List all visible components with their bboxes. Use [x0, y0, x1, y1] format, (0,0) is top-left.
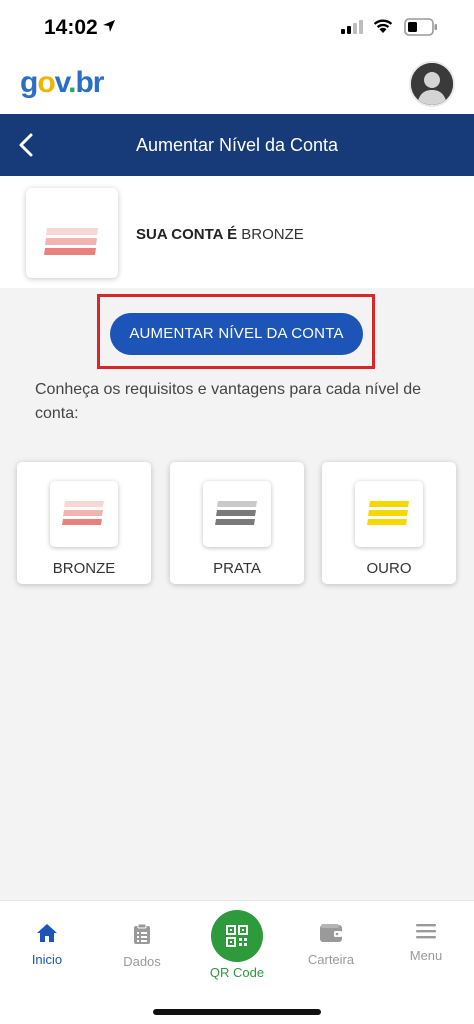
- bottom-nav: Inicio Dados QR Code Carteira Menu: [0, 900, 474, 1024]
- prata-level-icon: [215, 501, 257, 525]
- nav-label: Inicio: [31, 952, 63, 967]
- bronze-level-icon: [62, 501, 104, 525]
- status-bar: 14:02: [0, 0, 474, 56]
- level-card-bronze[interactable]: BRONZE: [17, 462, 151, 584]
- battery-icon: [404, 18, 437, 36]
- nav-label: Dados: [123, 954, 161, 969]
- title-bar: Aumentar Nível da Conta: [0, 114, 474, 176]
- user-silhouette-icon: [411, 63, 453, 105]
- qr-code-label[interactable]: QR Code: [197, 965, 277, 980]
- gov-br-logo: gov.br: [20, 66, 104, 99]
- qr-code-button[interactable]: [211, 910, 263, 962]
- level-card-label: BRONZE: [52, 560, 116, 577]
- current-level-section: SUA CONTA É BRONZE: [0, 176, 474, 288]
- page-title: Aumentar Nível da Conta: [135, 135, 339, 155]
- nav-item-menu[interactable]: Menu: [386, 923, 466, 963]
- increase-account-level-button[interactable]: AUMENTAR NÍVEL DA CONTA: [110, 313, 363, 355]
- nav-item-carteira[interactable]: Carteira: [291, 923, 371, 967]
- bronze-icon-box: [50, 481, 118, 547]
- bronze-level-icon-box: [26, 188, 118, 278]
- account-level-text: SUA CONTA É BRONZE: [136, 226, 304, 243]
- nav-item-dados[interactable]: Dados: [102, 923, 182, 969]
- qr-code-icon: [226, 925, 248, 947]
- location-arrow-icon: [103, 20, 115, 32]
- status-time: 14:02: [44, 16, 98, 39]
- clipboard-icon: [134, 923, 150, 944]
- wifi-icon: [373, 19, 393, 33]
- avatar[interactable]: [409, 61, 455, 107]
- wallet-icon: [320, 924, 342, 942]
- home-icon: [37, 924, 57, 942]
- ouro-level-icon: [367, 501, 409, 525]
- level-card-ouro[interactable]: OURO: [322, 462, 456, 584]
- app-header: gov.br: [0, 56, 474, 114]
- account-level-value: BRONZE: [241, 226, 304, 243]
- prata-icon-box: [203, 481, 271, 547]
- requirements-info-text: Conheça os requisitos e vantagens para c…: [35, 381, 422, 422]
- level-card-label: OURO: [366, 560, 412, 577]
- ouro-icon-box: [355, 481, 423, 547]
- nav-label: Menu: [409, 948, 443, 963]
- level-card-prata[interactable]: PRATA: [170, 462, 304, 584]
- menu-icon: [416, 924, 436, 939]
- level-card-label: PRATA: [213, 560, 261, 577]
- account-level-prefix: SUA CONTA É: [136, 226, 238, 243]
- bronze-level-icon: [44, 228, 98, 255]
- nav-item-inicio[interactable]: Inicio: [7, 923, 87, 967]
- home-indicator[interactable]: [153, 1009, 321, 1015]
- cellular-signal-icon: [341, 20, 363, 34]
- nav-label: Carteira: [307, 952, 355, 967]
